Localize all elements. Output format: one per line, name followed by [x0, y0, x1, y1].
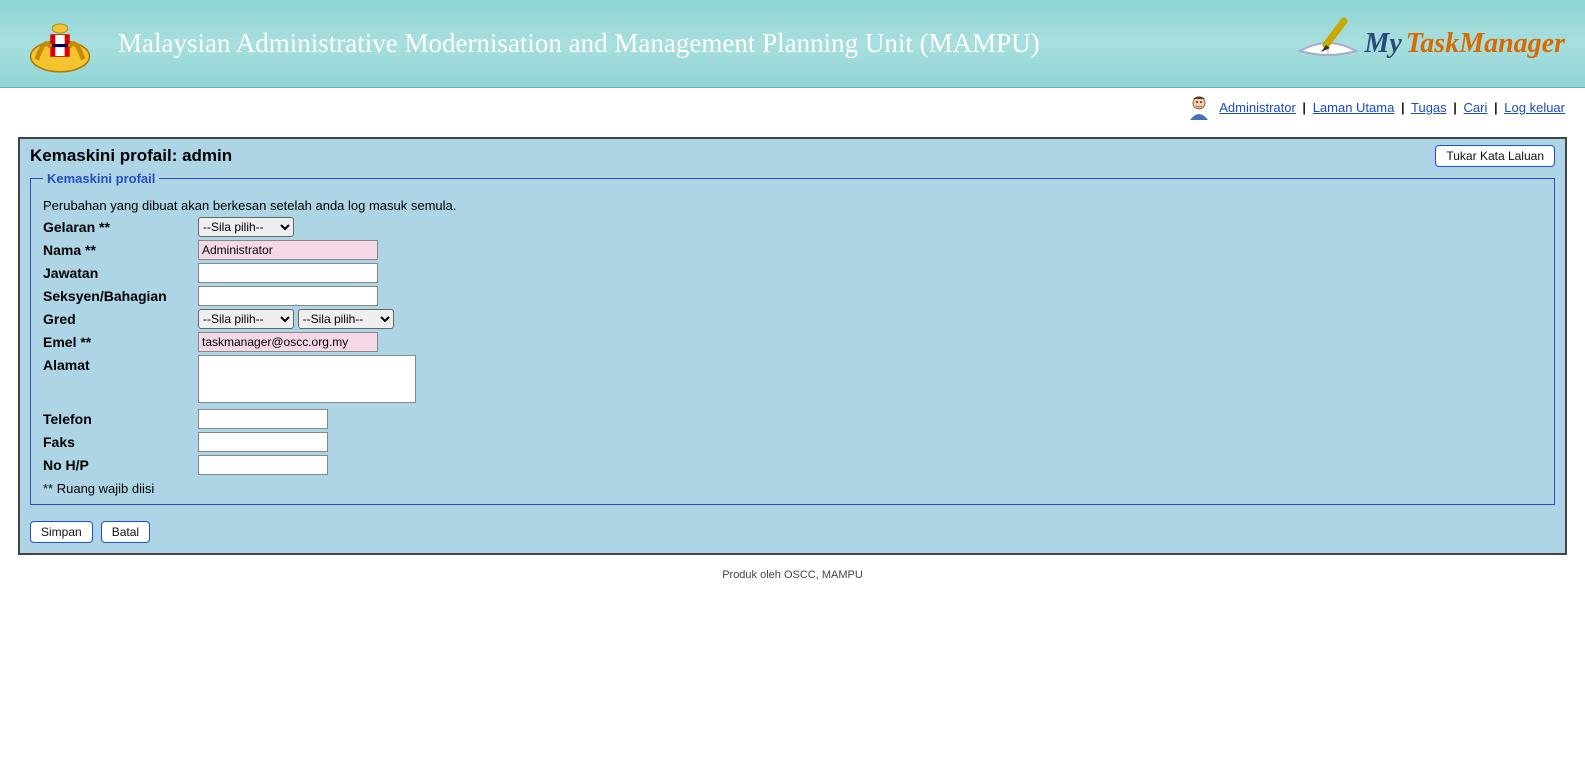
- label-nohp: No H/P: [43, 455, 198, 473]
- app-header: Malaysian Administrative Modernisation a…: [0, 0, 1585, 88]
- required-fields-note: ** Ruang wajib diisi: [43, 481, 1542, 496]
- topnav-search-link[interactable]: Cari: [1464, 100, 1488, 115]
- label-gelaran: Gelaran **: [43, 217, 198, 235]
- emel-field[interactable]: [198, 332, 378, 352]
- topnav-logout-link[interactable]: Log keluar: [1504, 100, 1565, 115]
- form-legend: Kemaskini profail: [43, 171, 159, 186]
- topnav-home-link[interactable]: Laman Utama: [1313, 100, 1395, 115]
- telefon-field[interactable]: [198, 409, 328, 429]
- header-title: Malaysian Administrative Modernisation a…: [118, 29, 1098, 59]
- topnav-user-link[interactable]: Administrator: [1219, 100, 1296, 115]
- cancel-button[interactable]: Batal: [101, 521, 150, 543]
- form-button-row: Simpan Batal: [20, 515, 1565, 553]
- crest-logo: [20, 13, 100, 75]
- app-logo: MyTaskManager: [1296, 15, 1565, 73]
- label-faks: Faks: [43, 432, 198, 450]
- nohp-field[interactable]: [198, 455, 328, 475]
- gelaran-select[interactable]: --Sila pilih--: [198, 217, 294, 237]
- main-panel: Kemaskini profail: admin Tukar Kata Lalu…: [18, 137, 1567, 555]
- nav-separator: |: [1302, 100, 1306, 115]
- label-telefon: Telefon: [43, 409, 198, 427]
- app-logo-text-right: TaskManager: [1406, 28, 1565, 60]
- footer-text: Produk oleh OSCC, MAMPU: [0, 555, 1585, 611]
- topnav-tasks-link[interactable]: Tugas: [1411, 100, 1447, 115]
- seksyen-field[interactable]: [198, 286, 378, 306]
- top-nav: Administrator | Laman Utama | Tugas | Ca…: [0, 88, 1585, 137]
- label-seksyen: Seksyen/Bahagian: [43, 286, 198, 304]
- alamat-field[interactable]: [198, 355, 416, 403]
- gred-select-2[interactable]: --Sila pilih--: [298, 309, 394, 329]
- save-button[interactable]: Simpan: [30, 521, 93, 543]
- app-logo-text-left: My: [1364, 28, 1401, 60]
- nav-separator: |: [1453, 100, 1457, 115]
- jawatan-field[interactable]: [198, 263, 378, 283]
- label-gred: Gred: [43, 309, 198, 327]
- faks-field[interactable]: [198, 432, 328, 452]
- user-avatar-icon: [1186, 94, 1212, 123]
- change-password-button[interactable]: Tukar Kata Laluan: [1435, 145, 1555, 167]
- profile-form-fieldset: Kemaskini profail Perubahan yang dibuat …: [30, 171, 1555, 505]
- label-jawatan: Jawatan: [43, 263, 198, 281]
- gred-select-1[interactable]: --Sila pilih--: [198, 309, 294, 329]
- label-emel: Emel **: [43, 332, 198, 350]
- nav-separator: |: [1401, 100, 1405, 115]
- nama-field[interactable]: [198, 240, 378, 260]
- app-logo-icon: [1296, 15, 1360, 73]
- label-nama: Nama **: [43, 240, 198, 258]
- nav-separator: |: [1494, 100, 1498, 115]
- page-header: Kemaskini profail: admin Tukar Kata Lalu…: [20, 139, 1565, 171]
- page-title: Kemaskini profail: admin: [30, 146, 232, 166]
- label-alamat: Alamat: [43, 355, 198, 373]
- form-note: Perubahan yang dibuat akan berkesan sete…: [43, 198, 1542, 213]
